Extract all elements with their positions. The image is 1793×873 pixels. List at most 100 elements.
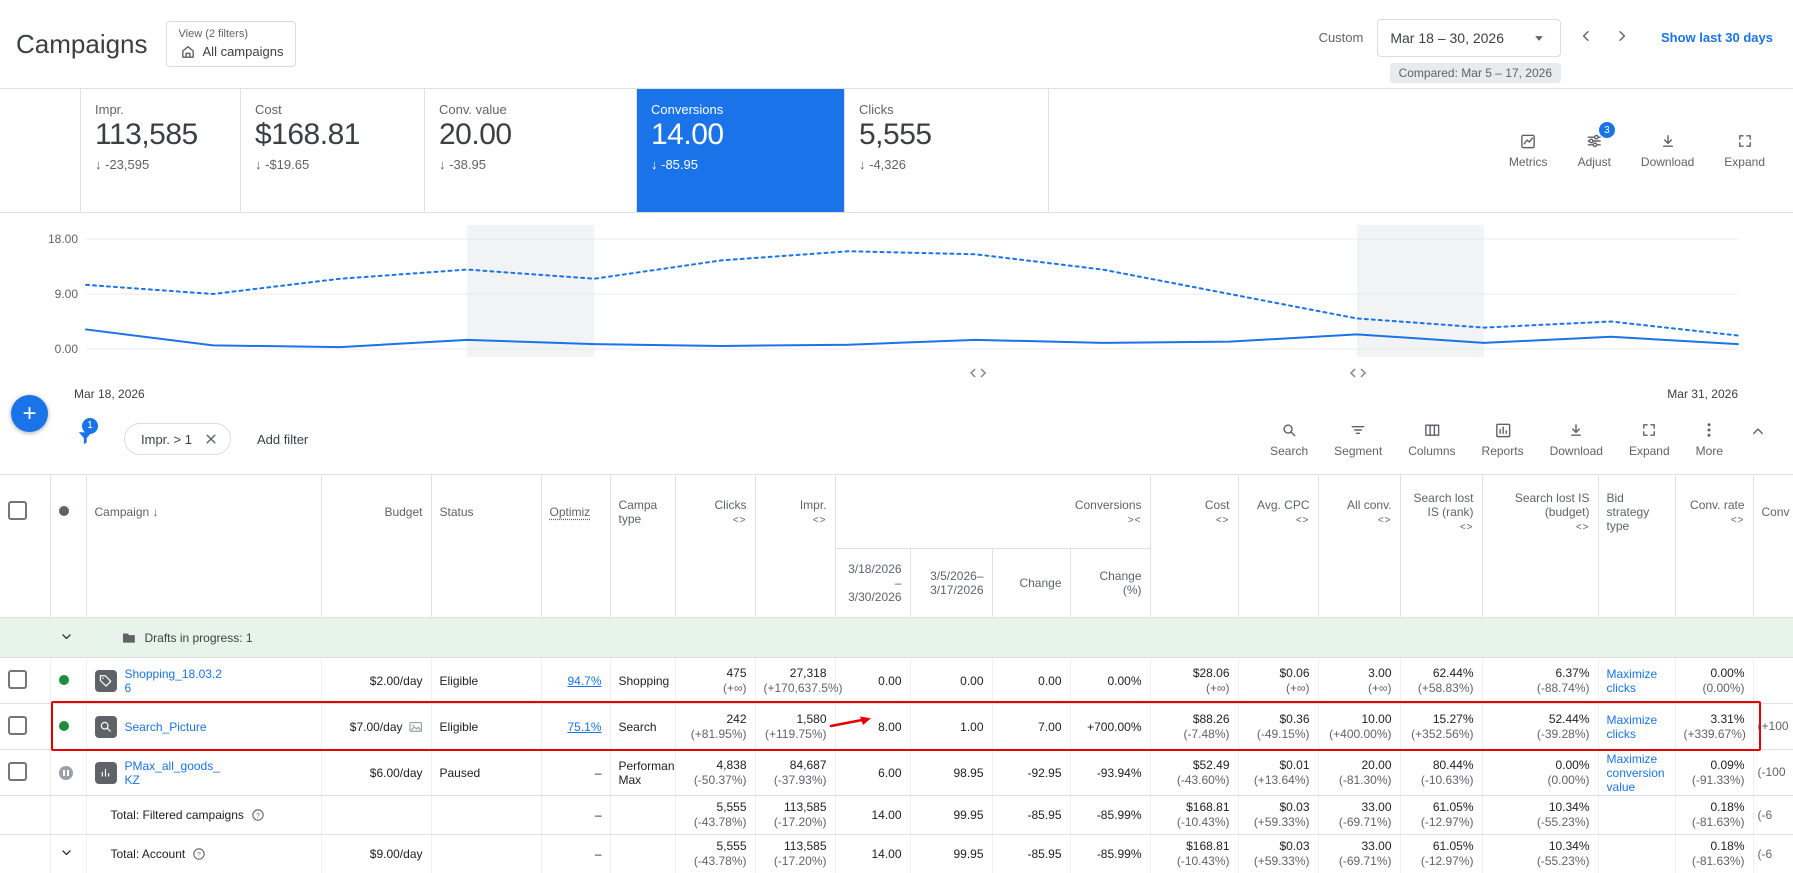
- campaign-link[interactable]: Search_Picture: [125, 720, 207, 734]
- column-header-campaign[interactable]: Campaign ↓: [86, 474, 322, 618]
- campaign-row[interactable]: Search_Picture $7.00/day Eligible 75.1% Sear…: [0, 703, 1793, 750]
- cell-conversions-change-pct: -93.94%: [1070, 749, 1151, 796]
- cell-budget[interactable]: $2.00/day: [321, 657, 432, 704]
- show-last-30-days-link[interactable]: Show last 30 days: [1661, 30, 1773, 45]
- search-tool-button[interactable]: Search: [1270, 421, 1308, 458]
- subcolumn-header[interactable]: 3/5/2026– 3/17/2026: [910, 548, 993, 618]
- view-selector[interactable]: View (2 filters) All campaigns: [165, 21, 297, 67]
- column-header-avg_cpc[interactable]: Avg. CPC <>: [1238, 474, 1319, 618]
- scorecards: Impr. 113,585 ↓ -23,595 Cost $168.81 ↓ -$19.6…: [80, 89, 1049, 212]
- cell-budget[interactable]: $6.00/day: [321, 749, 432, 796]
- column-header-search_lost_is_budget[interactable]: Search lost IS (budget) <>: [1482, 474, 1599, 618]
- column-header-campaign_type[interactable]: Campa type: [610, 474, 676, 618]
- cell-optimization[interactable]: 75.1%: [541, 703, 611, 750]
- columns-tool-button[interactable]: Columns: [1408, 421, 1456, 458]
- scorecard-value: 14.00: [651, 118, 724, 151]
- download-tool-button[interactable]: Download: [1641, 132, 1694, 169]
- scorecard-conv-value[interactable]: Conv. value 20.00 ↓ -38.95: [425, 89, 637, 212]
- campaign-link[interactable]: Shopping_18.03.26: [125, 667, 225, 695]
- status-dot-cell[interactable]: [50, 657, 87, 704]
- cell-budget[interactable]: $7.00/day: [321, 703, 432, 750]
- filter-chip[interactable]: Impr. > 1: [124, 423, 231, 455]
- table-body: Drafts in progress: 1 Shopping_18.03.26 $2…: [0, 617, 1793, 873]
- column-header-optimization[interactable]: Optimiz: [541, 474, 611, 618]
- help-icon[interactable]: ?: [192, 847, 206, 861]
- scorecard-impr-[interactable]: Impr. 113,585 ↓ -23,595: [81, 89, 241, 212]
- row-checkbox[interactable]: [8, 669, 27, 689]
- account-expand-button[interactable]: [50, 834, 87, 873]
- download-tool-button[interactable]: Download: [1550, 421, 1603, 458]
- total-label: Total: Filtered campaigns: [110, 808, 244, 822]
- select-all-checkbox[interactable]: [8, 500, 27, 520]
- remove-filter-icon[interactable]: [202, 430, 220, 448]
- scorecard-label: Cost: [255, 102, 282, 117]
- scorecard-clicks[interactable]: Clicks 5,555 ↓ -4,326: [845, 89, 1049, 212]
- campaign-cell[interactable]: PMax_all_goods_KZ: [86, 749, 322, 796]
- scorecard-label: Conv. value: [439, 102, 507, 117]
- cell-bid-strategy[interactable]: Maximize clicks: [1598, 703, 1676, 750]
- campaign-cell[interactable]: Shopping_18.03.26: [86, 657, 322, 704]
- more-tool-button[interactable]: More: [1696, 421, 1723, 458]
- column-header-budget[interactable]: Budget: [321, 474, 432, 618]
- column-header-clicks[interactable]: Clicks <>: [675, 474, 756, 618]
- campaign-row[interactable]: Shopping_18.03.26 $2.00/day Eligible 94.7% S…: [0, 657, 1793, 704]
- subcolumn-header[interactable]: Change: [992, 548, 1071, 618]
- create-campaign-button[interactable]: +: [11, 395, 48, 432]
- select-all-header[interactable]: [0, 474, 51, 618]
- subcolumn-header[interactable]: 3/18/2026 – 3/30/2026: [835, 548, 911, 618]
- cell-conversions-current: 8.00: [835, 703, 911, 750]
- adjust-tool-button[interactable]: 3 Adjust: [1578, 122, 1615, 169]
- section-collapse-button[interactable]: [50, 617, 87, 658]
- cell-conversions-previous: 1.00: [910, 703, 993, 750]
- previous-period-button[interactable]: [1575, 21, 1597, 54]
- expand-tool-button[interactable]: Expand: [1724, 132, 1765, 169]
- scorecard-conversions[interactable]: Conversions 14.00 ↓ -85.95: [637, 89, 845, 212]
- cell-optimization[interactable]: 94.7%: [541, 657, 611, 704]
- campaign-link[interactable]: PMax_all_goods_KZ: [125, 759, 225, 787]
- status-dot-cell[interactable]: [50, 749, 87, 796]
- total-label-cell: Total: Account?: [86, 834, 322, 873]
- row-checkbox-cell[interactable]: [0, 657, 51, 704]
- section-row[interactable]: Drafts in progress: 1: [0, 617, 1793, 658]
- row-checkbox-cell[interactable]: [0, 749, 51, 796]
- expand-tool-button[interactable]: Expand: [1629, 421, 1670, 458]
- column-header-conv_partial[interactable]: Conv: [1753, 474, 1793, 618]
- cell-bid-strategy[interactable]: Maximize clicks: [1598, 657, 1676, 704]
- campaign-row[interactable]: PMax_all_goods_KZ $6.00/day Paused – Perform…: [0, 749, 1793, 796]
- row-checkbox-cell[interactable]: [0, 703, 51, 750]
- cell-optimization[interactable]: –: [541, 749, 611, 796]
- row-checkbox[interactable]: [8, 715, 27, 735]
- column-header-bid_strategy_type[interactable]: Bid strategy type: [1598, 474, 1676, 618]
- column-header-cost[interactable]: Cost <>: [1150, 474, 1239, 618]
- column-header-status[interactable]: Status: [431, 474, 542, 618]
- metrics-tool-button[interactable]: Metrics: [1509, 132, 1548, 169]
- segment-tool-button[interactable]: Segment: [1334, 421, 1382, 458]
- performance-chart[interactable]: [0, 211, 1793, 400]
- scorecard-cost[interactable]: Cost $168.81 ↓ -$19.65: [241, 89, 425, 212]
- campaign-cell[interactable]: Search_Picture: [86, 703, 322, 750]
- column-header-conversions[interactable]: Conversions ><: [835, 474, 1151, 549]
- help-icon[interactable]: ?: [251, 808, 265, 822]
- scorecard-label: Conversions: [651, 102, 724, 117]
- column-header-conv_rate[interactable]: Conv. rate <>: [1675, 474, 1754, 618]
- collapse-chart-button[interactable]: [1749, 422, 1767, 445]
- column-header-search_lost_is_rank[interactable]: Search lost IS (rank) <>: [1400, 474, 1483, 618]
- next-period-button[interactable]: [1611, 21, 1633, 54]
- cell-all-conv: 10.00 (+400.00%): [1318, 703, 1401, 750]
- row-checkbox[interactable]: [8, 761, 27, 781]
- status-dot-cell[interactable]: [50, 703, 87, 750]
- cell-bid-strategy[interactable]: Maximize conversion value: [1598, 749, 1676, 796]
- reports-tool-button[interactable]: Reports: [1482, 421, 1524, 458]
- optimization-score-link[interactable]: 94.7%: [567, 674, 601, 688]
- svg-text:?: ?: [256, 812, 260, 819]
- column-header-impressions[interactable]: Impr. <>: [755, 474, 836, 618]
- section-label: Drafts in progress: 1: [144, 630, 253, 645]
- filter-funnel-button[interactable]: 1: [76, 417, 98, 451]
- scorecard-value: 113,585: [95, 118, 198, 151]
- column-header-all_conv[interactable]: All conv. <>: [1318, 474, 1401, 618]
- subcolumn-header[interactable]: Change (%): [1070, 548, 1151, 618]
- add-filter-button[interactable]: Add filter: [257, 432, 308, 447]
- date-range-picker[interactable]: Mar 18 – 30, 2026: [1377, 19, 1561, 57]
- optimization-score-link[interactable]: 75.1%: [567, 720, 601, 734]
- cell-conversions-change: 0.00: [992, 657, 1071, 704]
